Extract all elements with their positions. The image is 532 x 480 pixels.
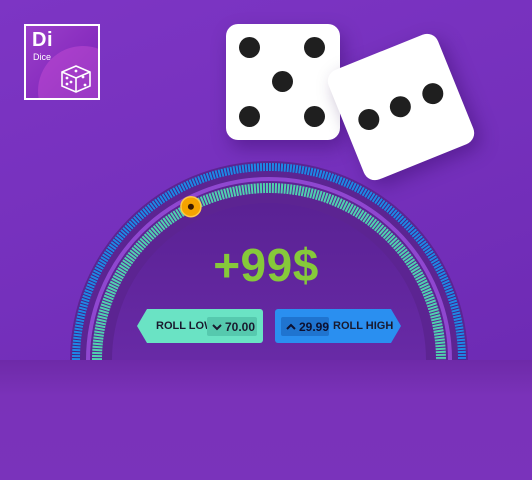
roll-high-label: ROLL HIGH bbox=[333, 320, 394, 332]
roll-high-value: 29.99 bbox=[298, 319, 329, 334]
dice-cube-icon bbox=[61, 65, 91, 93]
table-floor bbox=[0, 360, 532, 480]
roll-high-value-box[interactable]: 29.99 bbox=[281, 317, 329, 336]
chevron-up-icon bbox=[285, 322, 297, 332]
chevron-down-icon bbox=[212, 323, 222, 330]
roll-low-value: 70.00 bbox=[225, 319, 256, 334]
slider-knob-icon[interactable] bbox=[180, 195, 202, 218]
roll-low-value-box[interactable]: 70.00 bbox=[207, 317, 257, 336]
win-amount: +99$ bbox=[213, 239, 319, 291]
roll-low-label: ROLL LOW bbox=[156, 320, 215, 332]
roll-high-button[interactable]: 29.99 ROLL HIGH bbox=[275, 309, 401, 343]
game-stage: Di Dice +99$ ROLL LOW 70.00 29.99 ROLL H… bbox=[0, 0, 532, 480]
roll-low-button[interactable]: ROLL LOW 70.00 bbox=[137, 309, 263, 343]
logo-name: Dice bbox=[33, 52, 52, 62]
logo-symbol: Di bbox=[32, 29, 53, 51]
